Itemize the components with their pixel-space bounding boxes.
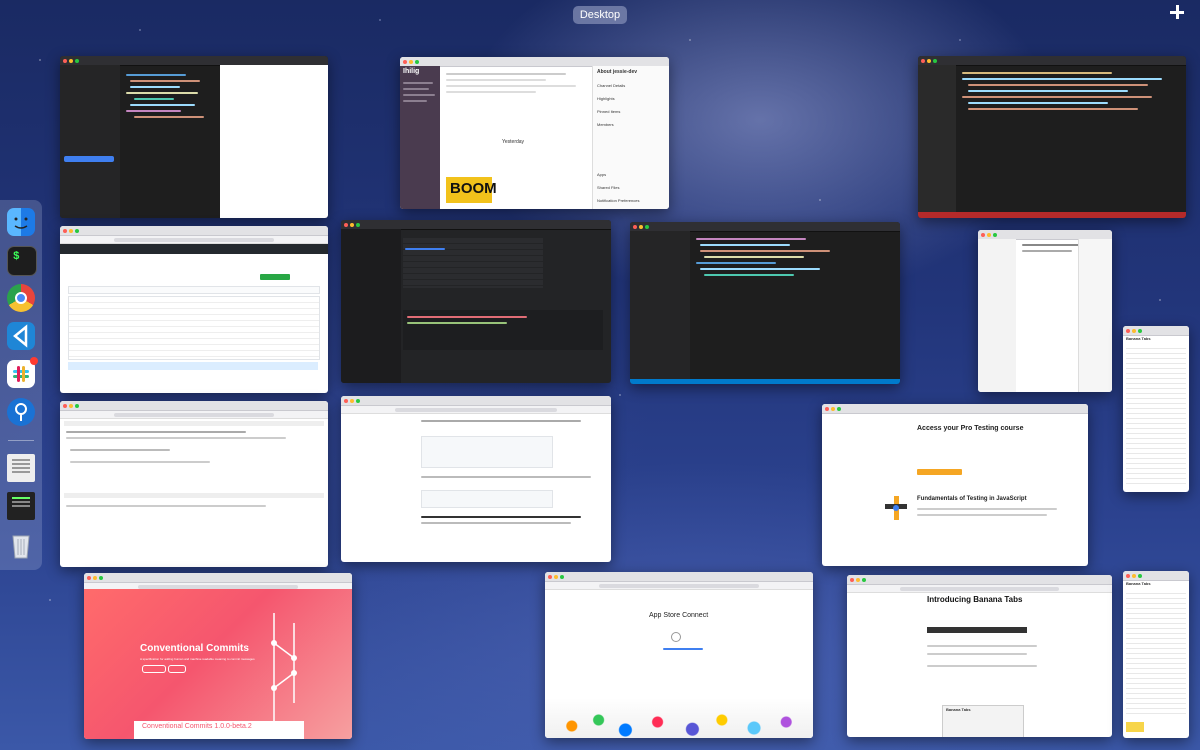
blue-button: [64, 156, 114, 162]
slack-messages: Yesterday BOOM: [442, 69, 592, 209]
cc-content-card: Conventional Commits 1.0.0-beta.2: [134, 721, 304, 739]
window-testing-course[interactable]: Access your Pro Testing course Fundament…: [822, 404, 1088, 566]
window-titlebar: [84, 573, 352, 583]
course-illustration: [882, 494, 910, 522]
status-bar: [918, 212, 1186, 218]
window-github[interactable]: [60, 226, 328, 393]
window-titlebar: [341, 396, 611, 406]
git-graph-illustration: [271, 613, 297, 723]
notification-badge: [30, 357, 38, 365]
details-item[interactable]: Members: [597, 122, 614, 127]
window-banana-tabs-side-top[interactable]: Banana Tabs: [1123, 326, 1189, 492]
window-editor-devtools[interactable]: [60, 56, 328, 218]
slack-sidebar: Ihilig: [400, 66, 440, 209]
window-terminal-editor[interactable]: [918, 56, 1186, 218]
window-app-store-connect[interactable]: App Store Connect: [545, 572, 813, 738]
window-titlebar: [822, 404, 1088, 414]
window-sourcetree[interactable]: [341, 220, 611, 383]
chrome-icon[interactable]: [7, 284, 35, 312]
window-titlebar: [60, 226, 328, 236]
details-item[interactable]: Shared Files: [597, 185, 619, 190]
window-slack[interactable]: Ihilig Yesterday BOOM About jessie-dev C…: [400, 57, 669, 209]
slack-icon[interactable]: [7, 357, 38, 388]
window-banana-tabs-side-bottom[interactable]: Banana Tabs: [1123, 571, 1189, 738]
address-bar[interactable]: [545, 582, 813, 590]
terminal-doc-icon[interactable]: [7, 492, 35, 520]
status-bar: [630, 379, 900, 384]
window-conventional-commits[interactable]: Conventional Commits A specification for…: [84, 573, 352, 739]
date-divider: Yesterday: [502, 139, 525, 145]
address-bar[interactable]: [341, 406, 611, 414]
window-titlebar: [1123, 571, 1189, 581]
trash-icon[interactable]: [7, 528, 35, 559]
slack-details-panel: About jessie-dev Channel Details Highlig…: [592, 66, 669, 209]
banana-tabs-title: Banana Tabs: [1126, 581, 1151, 586]
dock-separator: [8, 440, 34, 441]
terminal-icon[interactable]: $: [7, 246, 37, 276]
window-titlebar: [918, 56, 1186, 66]
meme-text: BOOM: [450, 180, 497, 197]
banana-tabs-title: Banana Tabs: [1126, 336, 1151, 341]
cc-title: Conventional Commits: [140, 643, 249, 654]
browser-pane: [220, 65, 328, 218]
window-titlebar: [1123, 326, 1189, 336]
app-icon-wave: [545, 698, 813, 738]
finder-icon[interactable]: [7, 208, 35, 236]
panel-title: Banana Tabs: [946, 707, 971, 712]
vscode-icon[interactable]: [7, 322, 35, 350]
details-item[interactable]: Apps: [597, 172, 606, 177]
address-bar[interactable]: [60, 411, 328, 419]
cc-version-heading: Conventional Commits 1.0.0-beta.2: [142, 723, 252, 730]
details-item[interactable]: Highlights: [597, 96, 615, 101]
course-heading: Access your Pro Testing course: [917, 425, 1024, 432]
blog-title: Introducing Banana Tabs: [927, 595, 1023, 604]
details-item[interactable]: Channel Details: [597, 83, 625, 88]
sourcetree-icon[interactable]: [7, 398, 35, 426]
window-titlebar: [847, 575, 1112, 585]
add-space-icon[interactable]: [1168, 3, 1186, 21]
window-titlebar: [545, 572, 813, 582]
details-title: About jessie-dev: [597, 69, 638, 75]
details-item[interactable]: Notification Preferences: [597, 198, 639, 203]
workspace-name: Ihilig: [403, 68, 420, 75]
editor-sidebar: [60, 65, 120, 218]
address-bar[interactable]: [60, 236, 328, 244]
course-subheading: Fundamentals of Testing in JavaScript: [917, 496, 1027, 502]
window-xcode[interactable]: [978, 230, 1112, 392]
cc-subtitle: A specification for adding human and mac…: [140, 657, 255, 661]
meme-image: BOOM: [446, 177, 497, 203]
banana-tabs-panel: Banana Tabs: [942, 705, 1024, 737]
window-banana-tabs-blog[interactable]: Introducing Banana Tabs Banana Tabs: [847, 575, 1112, 737]
address-bar[interactable]: [847, 585, 1112, 593]
details-item[interactable]: Pinned Items: [597, 109, 620, 114]
asc-title: App Store Connect: [649, 612, 709, 619]
window-vscode[interactable]: [630, 222, 900, 384]
document-icon[interactable]: [7, 454, 35, 482]
terminal-prompt-glyph: $: [13, 251, 20, 263]
window-article[interactable]: [341, 396, 611, 562]
space-desktop-label[interactable]: Desktop: [573, 6, 627, 24]
dock: $: [0, 200, 42, 570]
github-header: [60, 244, 328, 254]
window-api-docs[interactable]: [60, 401, 328, 567]
window-titlebar: [60, 401, 328, 411]
